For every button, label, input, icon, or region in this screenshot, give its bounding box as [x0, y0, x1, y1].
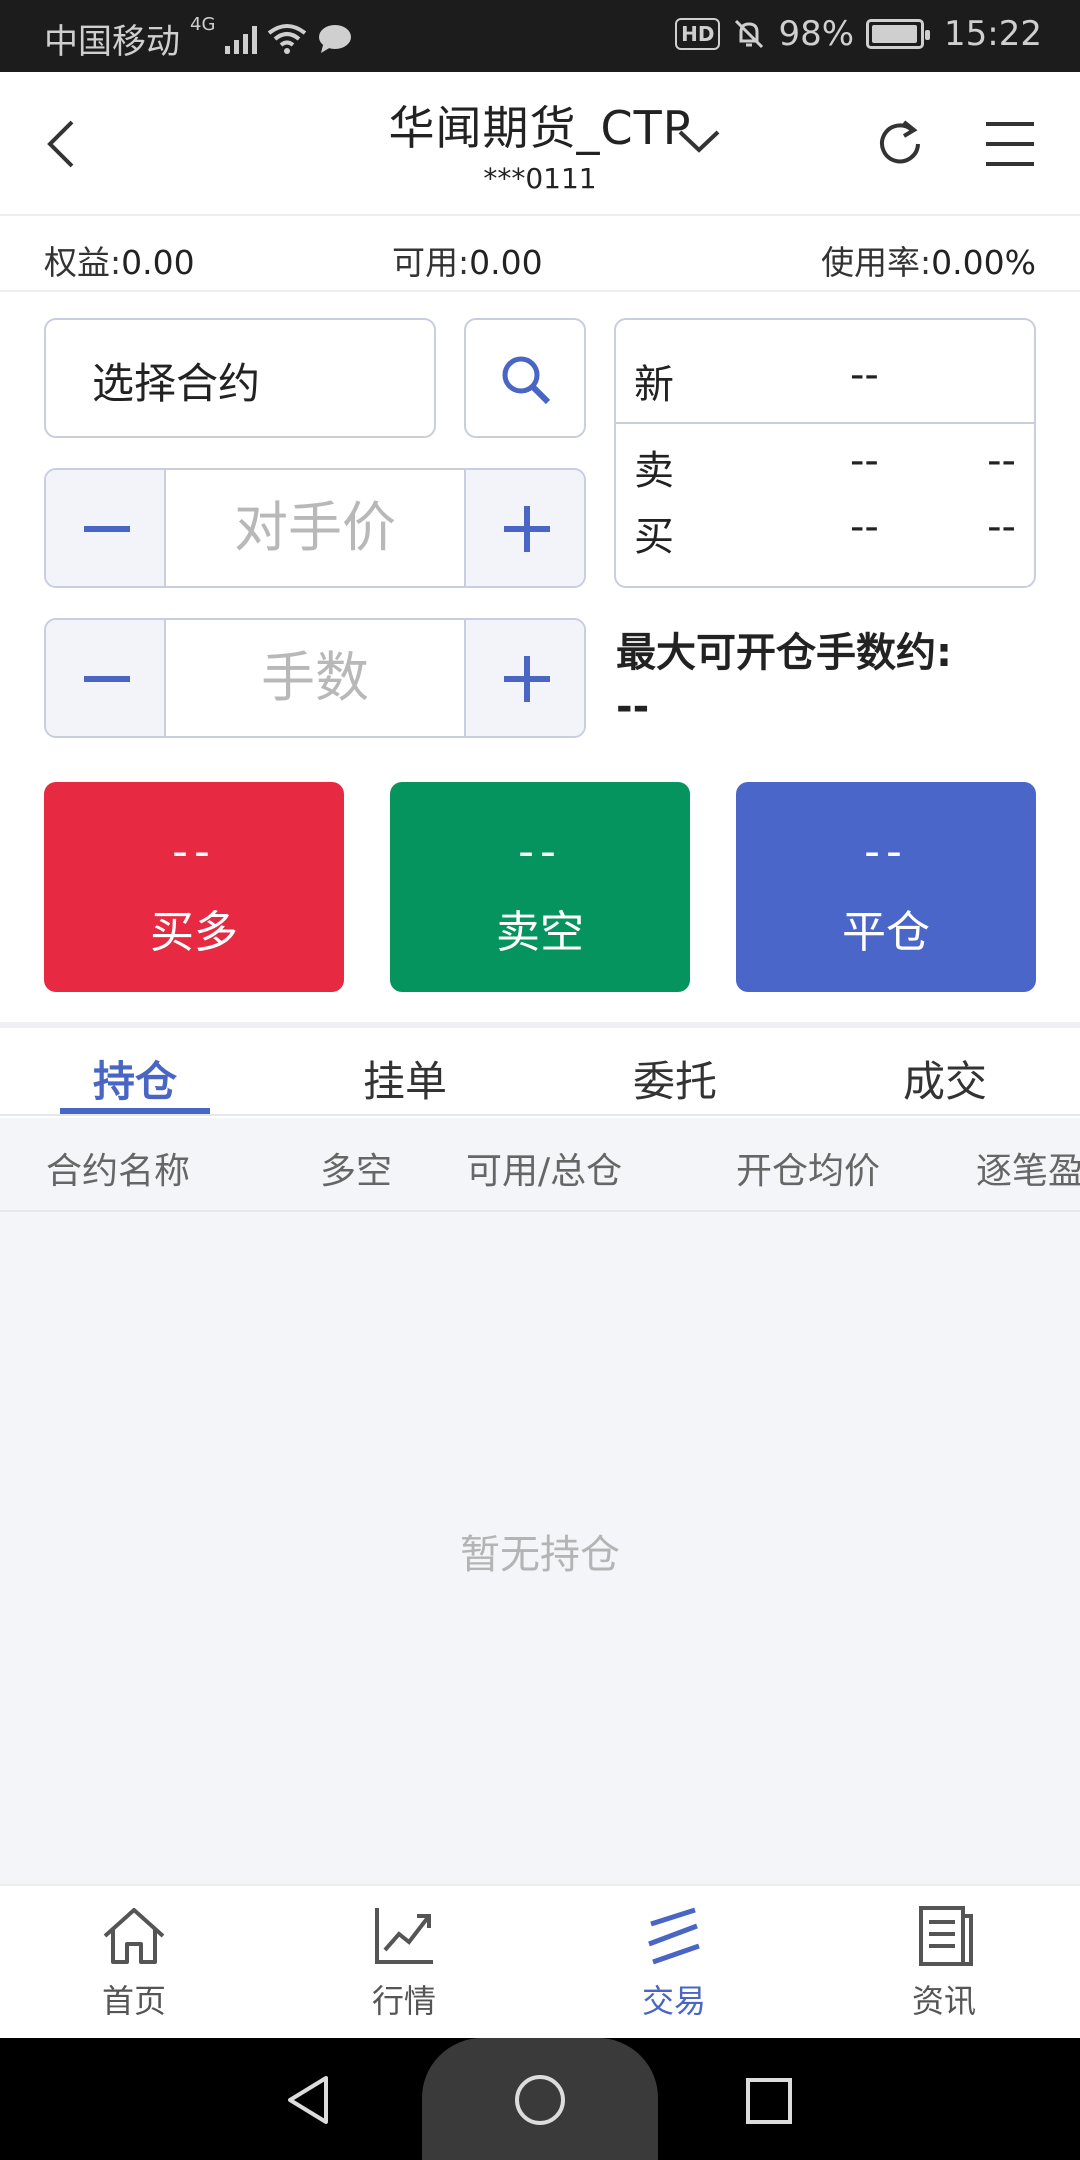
- max-open-lots: 最大可开仓手数约: --: [616, 626, 952, 734]
- system-back-icon[interactable]: [284, 2074, 334, 2126]
- clock: 15:22: [944, 14, 1042, 54]
- quote-panel: 新 -- 卖 -- -- 买 -- --: [614, 318, 1036, 588]
- sell-short-label: 卖空: [496, 907, 584, 958]
- sell-short-button[interactable]: -- 卖空: [390, 782, 690, 992]
- bell-muted-icon: [735, 19, 764, 49]
- chevron-down-icon[interactable]: [676, 124, 722, 158]
- available-value: 0.00: [469, 243, 543, 282]
- system-navigation-bar: [0, 2038, 1080, 2160]
- equity-value: 0.00: [121, 243, 195, 282]
- news-icon: [919, 1906, 973, 1966]
- account-summary: 权益:0.00 可用:0.00 使用率:0.00%: [0, 218, 1080, 292]
- max-open-value: --: [616, 684, 650, 730]
- tab-trades[interactable]: 成交: [870, 1048, 1020, 1109]
- close-price: --: [864, 826, 908, 877]
- nav-home[interactable]: 首页: [34, 1904, 234, 2022]
- bid-price: --: [850, 504, 879, 550]
- top-bar: 华闻期货_CTP ***0111: [0, 72, 1080, 216]
- trade-icon: [648, 1907, 700, 1965]
- bid-volume: --: [987, 504, 1016, 550]
- col-contract-name: 合约名称: [46, 1151, 191, 1192]
- tab-pending[interactable]: 挂单: [330, 1048, 480, 1109]
- latest-price: --: [850, 352, 879, 398]
- nav-news[interactable]: 资讯: [844, 1904, 1044, 2022]
- line-chart-icon: [375, 1908, 433, 1964]
- status-bar: 中国移动 4G HD 98% 15:22: [0, 0, 1080, 72]
- col-trade-pnl: 逐笔盈: [976, 1151, 1080, 1192]
- latest-price-row: 新 --: [634, 352, 879, 408]
- active-tab-indicator: [60, 1108, 210, 1114]
- lots-increase-button[interactable]: [464, 620, 584, 736]
- buy-price: --: [172, 826, 216, 877]
- hd-badge: HD: [675, 18, 721, 50]
- buy-long-label: 买多: [150, 907, 238, 958]
- contract-selector-label: 选择合约: [92, 359, 261, 408]
- quote-divider: [616, 422, 1034, 424]
- usage-value: 0.00%: [931, 243, 1036, 282]
- wifi-icon: [268, 23, 307, 54]
- ask-volume: --: [987, 438, 1016, 484]
- ask-price: --: [850, 438, 879, 484]
- col-available-total: 可用/总仓: [466, 1151, 623, 1192]
- col-direction: 多空: [320, 1151, 393, 1192]
- price-stepper: 对手价: [44, 468, 586, 588]
- col-avg-open-price: 开仓均价: [736, 1151, 881, 1192]
- price-decrease-button[interactable]: [46, 470, 166, 586]
- lots-decrease-button[interactable]: [46, 620, 166, 736]
- contract-selector[interactable]: 选择合约: [44, 318, 436, 438]
- price-increase-button[interactable]: [464, 470, 584, 586]
- position-tabs: 持仓 挂单 委托 成交: [0, 1028, 1080, 1116]
- equity: 权益:0.00: [44, 243, 195, 282]
- buy-long-button[interactable]: -- 买多: [44, 782, 344, 992]
- search-icon: [502, 356, 551, 405]
- carrier-name: 中国移动: [44, 22, 180, 62]
- bid-row: 买 -- --: [634, 504, 1016, 560]
- price-input[interactable]: 对手价: [166, 470, 464, 586]
- system-home-icon[interactable]: [512, 2072, 568, 2128]
- lots-stepper: 手数: [44, 618, 586, 738]
- broker-title[interactable]: 华闻期货_CTP: [389, 92, 692, 158]
- nav-trade[interactable]: 交易: [574, 1904, 774, 2022]
- ask-row: 卖 -- --: [634, 438, 1016, 494]
- system-recents-icon[interactable]: [744, 2076, 794, 2126]
- usage-rate: 使用率:0.00%: [821, 243, 1036, 282]
- positions-list: 暂无持仓: [0, 1212, 1080, 1884]
- signal-icon: [225, 24, 258, 54]
- menu-icon[interactable]: [984, 120, 1036, 168]
- tab-positions[interactable]: 持仓: [60, 1048, 210, 1109]
- home-icon: [103, 1908, 165, 1964]
- battery-icon: [866, 19, 931, 49]
- position-table-header: 合约名称 多空 可用/总仓 开仓均价 逐笔盈: [0, 1118, 1080, 1212]
- network-type: 4G: [190, 14, 216, 35]
- battery-percent: 98%: [778, 14, 855, 54]
- empty-state-text: 暂无持仓: [460, 1532, 620, 1578]
- bottom-navigation: 首页 行情 交易 资讯: [0, 1884, 1080, 2038]
- sell-price: --: [518, 826, 562, 877]
- lots-input[interactable]: 手数: [166, 620, 464, 736]
- search-button[interactable]: [464, 318, 586, 438]
- available: 可用:0.00: [392, 243, 543, 282]
- tab-orders[interactable]: 委托: [600, 1048, 750, 1109]
- message-icon: [319, 24, 352, 53]
- close-position-label: 平仓: [842, 907, 930, 958]
- nav-market[interactable]: 行情: [304, 1904, 504, 2022]
- refresh-icon[interactable]: [872, 116, 928, 172]
- close-position-button[interactable]: -- 平仓: [736, 782, 1036, 992]
